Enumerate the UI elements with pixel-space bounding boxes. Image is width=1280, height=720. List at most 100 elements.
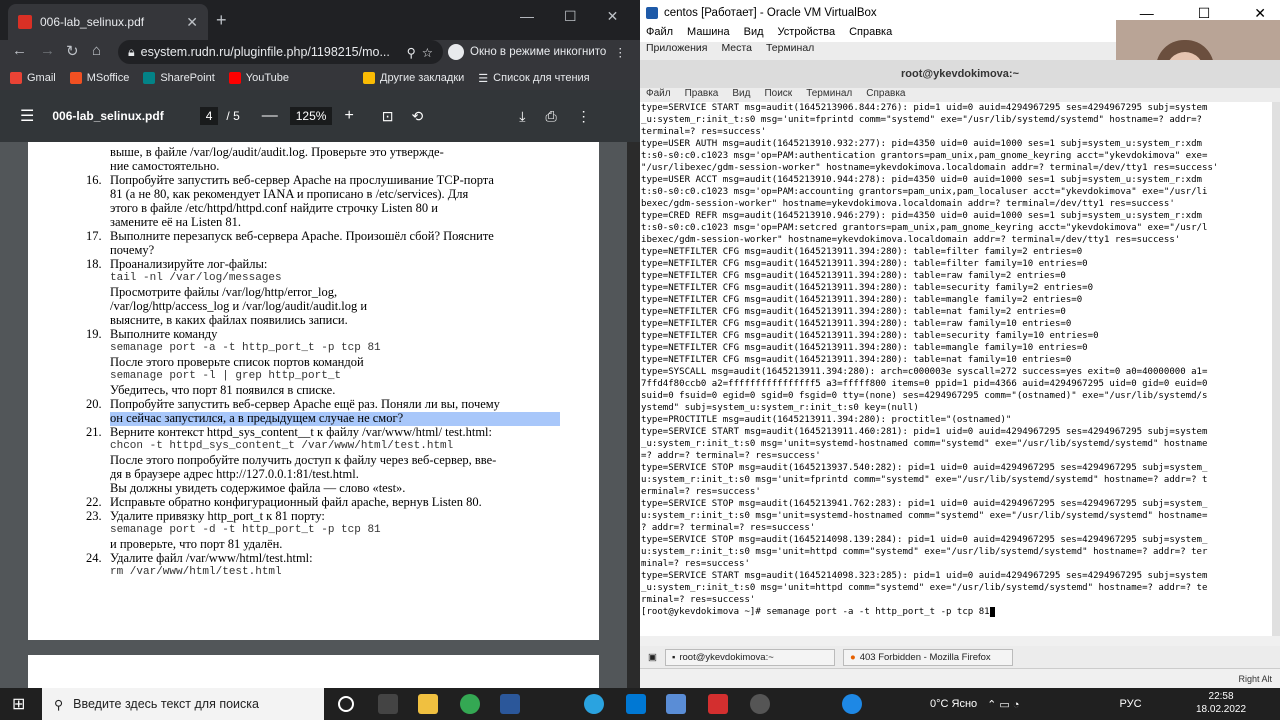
download-icon[interactable]: ⤓: [519, 108, 525, 125]
terminal-menubar: Файл Правка Вид Поиск Терминал Справка: [640, 88, 1280, 102]
minimize-icon[interactable]: —: [1140, 5, 1154, 22]
menu-icon[interactable]: ⋮: [615, 45, 633, 59]
bookmark-gmail[interactable]: Gmail: [10, 72, 56, 84]
mail-icon[interactable]: [626, 694, 646, 714]
terminal-prompt[interactable]: [root@ykevdokimova ~]# semanage port -a …: [641, 607, 990, 617]
terminal-scrollbar[interactable]: [1272, 102, 1280, 636]
tab-pdf[interactable]: 006-lab_selinux.pdf ✕: [8, 4, 208, 40]
incognito-icon: [448, 44, 464, 60]
bookmark-star-icon[interactable]: ☆: [422, 45, 433, 60]
url-text: esystem.rudn.ru/pluginfile.php/1198215/m…: [140, 45, 390, 59]
forward-icon[interactable]: →: [40, 42, 55, 59]
bookmark-youtube[interactable]: YouTube: [228, 72, 289, 84]
vbox-title: centos [Работает] - Oracle VM VirtualBox: [664, 7, 877, 19]
task-terminal[interactable]: ▪ root@ykevdokimova:~: [664, 648, 835, 666]
new-tab-button[interactable]: +: [216, 10, 227, 31]
incognito-indicator[interactable]: Окно в режиме инкогнито ⋮: [448, 40, 632, 64]
clock-date: 18.02.2022: [1196, 704, 1247, 715]
gnome-terminal[interactable]: Терминал: [766, 42, 814, 60]
telegram-icon[interactable]: [584, 694, 604, 714]
clock[interactable]: 22:58 18.02.2022: [1196, 690, 1246, 716]
vbox-menu-help[interactable]: Справка: [849, 26, 892, 42]
bookmark-other[interactable]: Другие закладки: [363, 72, 464, 84]
item-number: 24.: [86, 551, 102, 565]
term-menu-terminal[interactable]: Терминал: [806, 88, 852, 102]
item-number: 23.: [86, 509, 102, 523]
term-menu-view[interactable]: Вид: [732, 88, 750, 102]
zoom-out-icon[interactable]: —: [262, 107, 278, 125]
address-bar[interactable]: 🔒︎ esystem.rudn.ru/pluginfile.php/119821…: [118, 40, 443, 64]
vbox-menu-machine[interactable]: Машина: [687, 26, 730, 42]
tray-icons[interactable]: ⌃ ▭ ◔: [987, 698, 1019, 711]
term-menu-edit[interactable]: Правка: [685, 88, 719, 102]
gnome-places[interactable]: Места: [721, 42, 752, 60]
task-view-icon[interactable]: [378, 694, 398, 714]
instruction-line: Удалите привязку http_port_t к 81 порту:: [110, 509, 325, 523]
chrome-icon[interactable]: [460, 694, 480, 714]
bookmark-label: MSoffice: [86, 72, 130, 84]
clock-time: 22:58: [1208, 691, 1234, 702]
term-menu-help[interactable]: Справка: [866, 88, 905, 102]
vbox-menu-file[interactable]: Файл: [646, 26, 673, 42]
term-menu-file[interactable]: Файл: [646, 88, 671, 102]
vbox-menu-devices[interactable]: Устройства: [778, 26, 836, 42]
instruction-line: Просмотрите файлы /var/log/http/error_lo…: [110, 285, 338, 299]
maximize-icon[interactable]: ☐: [1198, 5, 1211, 22]
language-indicator[interactable]: РУС: [1120, 698, 1142, 710]
task-firefox[interactable]: ● 403 Forbidden - Mozilla Firefox: [842, 648, 1013, 666]
app-icon[interactable]: [750, 694, 770, 714]
reload-icon[interactable]: ↻: [66, 42, 79, 60]
bookmark-label: Список для чтения: [493, 72, 590, 84]
bookmark-label: SharePoint: [160, 72, 215, 84]
hamburger-icon[interactable]: ☰: [20, 106, 34, 126]
gnome-applications[interactable]: Приложения: [646, 42, 707, 60]
pdf-scrollbar[interactable]: [627, 142, 640, 688]
home-icon[interactable]: ⌂: [92, 42, 101, 59]
task-label: 403 Forbidden - Mozilla Firefox: [859, 651, 991, 663]
vbox-menu-view[interactable]: Вид: [744, 26, 764, 42]
zoom-in-icon[interactable]: +: [344, 107, 353, 125]
bookmark-label: YouTube: [245, 72, 289, 84]
close-icon[interactable]: ✕: [1254, 5, 1266, 22]
back-icon[interactable]: ←: [12, 42, 27, 59]
item-number: 20.: [86, 397, 102, 411]
bookmark-reading-list[interactable]: ☰ Список для чтения: [478, 72, 589, 85]
zoom-level[interactable]: 125%: [289, 107, 333, 125]
virtualbox-taskbar-icon[interactable]: [666, 694, 686, 714]
gnome-taskbar: ▣ ▪ root@ykevdokimova:~ ● 403 Forbidden - …: [640, 646, 1280, 668]
instruction-line: почему?: [110, 243, 155, 257]
instruction-line: Удалите файл /var/www/html/test.html:: [110, 551, 313, 565]
instruction-line: /var/log/http/access_log и /var/log/audi…: [110, 299, 368, 313]
command-line: rm /var/www/html/test.html: [110, 566, 282, 578]
host-key-label: Right Alt: [1238, 673, 1272, 684]
item-number: 19.: [86, 327, 102, 341]
minimize-icon[interactable]: —: [520, 8, 534, 25]
page-number-input[interactable]: 4: [199, 107, 219, 125]
cortana-icon[interactable]: [338, 696, 354, 712]
bookmark-label: Другие закладки: [380, 72, 465, 84]
maximize-icon[interactable]: ☐: [564, 8, 577, 25]
windows-search[interactable]: ⚲ Введите здесь текст для поиска: [42, 688, 324, 720]
show-desktop-icon[interactable]: ▣: [648, 652, 657, 663]
close-icon[interactable]: ✕: [607, 8, 619, 25]
help-icon[interactable]: [842, 694, 862, 714]
bookmark-msoffice[interactable]: MSoffice: [69, 72, 130, 84]
close-tab-icon[interactable]: ✕: [186, 14, 198, 31]
zoom-icon[interactable]: ⚲: [407, 45, 416, 60]
windows-start-icon[interactable]: ⊞: [12, 694, 25, 714]
more-icon[interactable]: ⋮: [577, 108, 591, 125]
word-icon[interactable]: [500, 694, 520, 714]
instruction-line: Выполните команду: [110, 327, 218, 341]
terminal-output[interactable]: type=SERVICE START msg=audit(1645213906.…: [640, 102, 1272, 636]
rotate-icon[interactable]: ⟲: [412, 108, 424, 125]
term-menu-search[interactable]: Поиск: [764, 88, 792, 102]
file-explorer-icon[interactable]: [418, 694, 438, 714]
screen-capture-icon[interactable]: [708, 694, 728, 714]
instruction-line: Выполните перезапуск веб-сервера Apache.…: [110, 229, 494, 243]
vbox-menubar: Файл Машина Вид Устройства Справка: [640, 26, 1120, 42]
weather-text[interactable]: 0°C Ясно: [930, 698, 977, 710]
bookmark-sharepoint[interactable]: SharePoint: [143, 72, 215, 84]
print-icon[interactable]: ⎙: [545, 108, 556, 125]
gnome-topbar: Приложения Места Терминал: [640, 42, 1120, 60]
fit-page-icon[interactable]: ⊡: [382, 108, 394, 125]
